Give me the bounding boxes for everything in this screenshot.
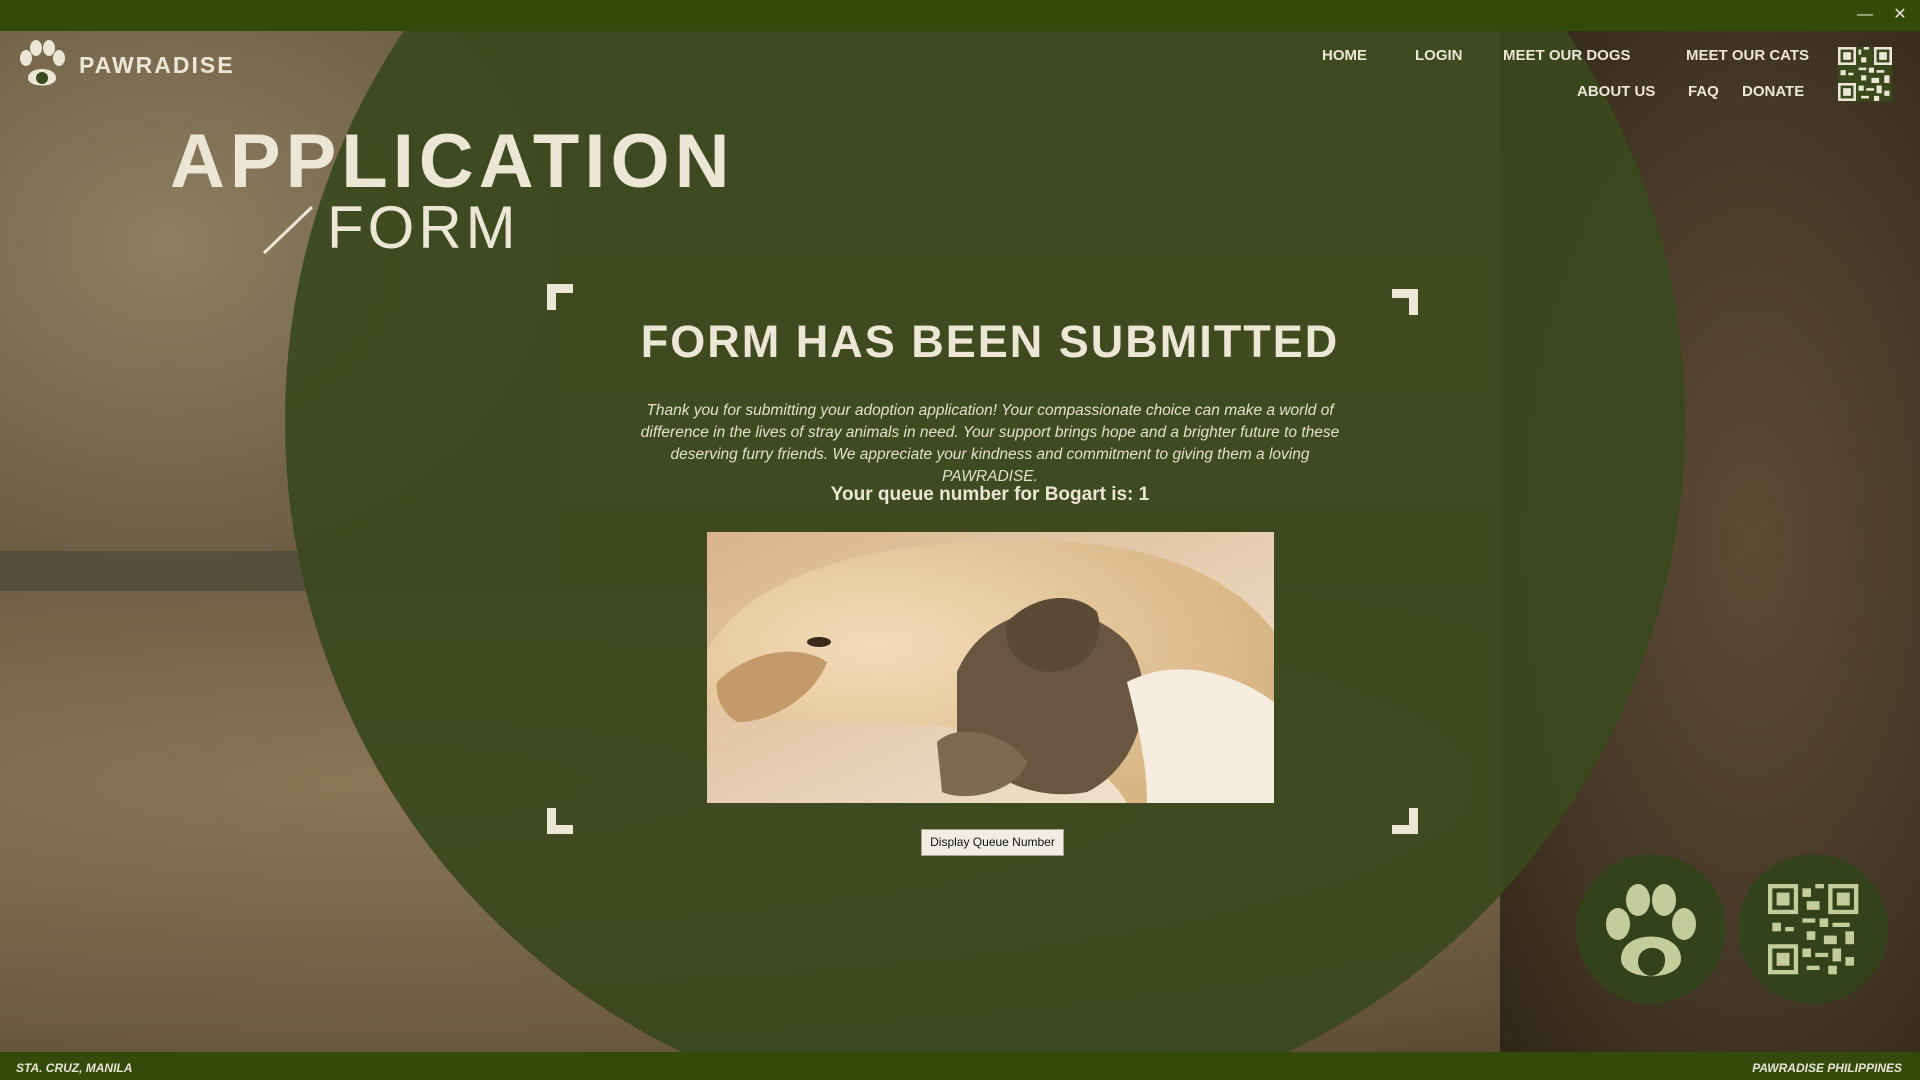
nav-faq[interactable]: FAQ xyxy=(1688,83,1719,100)
nav-about[interactable]: ABOUT US xyxy=(1577,83,1655,100)
nav-meet-cats[interactable]: MEET OUR CATS xyxy=(1686,47,1809,64)
close-button[interactable]: ✕ xyxy=(1887,2,1913,28)
frame-corner-bottom-left xyxy=(547,808,573,834)
thank-you-message: Thank you for submitting your adoption a… xyxy=(640,402,1340,485)
queue-number-text: Your queue number for Bogart is: 1 xyxy=(830,484,1150,505)
paw-cat-icon xyxy=(1606,884,1696,977)
submission-heading: FORM HAS BEEN SUBMITTED xyxy=(640,316,1340,367)
frame-corner-top-left xyxy=(547,284,573,310)
paw-icon xyxy=(20,40,65,86)
nav-meet-dogs[interactable]: MEET OUR DOGS xyxy=(1503,47,1631,64)
nav-home[interactable]: HOME xyxy=(1322,47,1367,64)
qr-badge[interactable] xyxy=(1738,854,1888,1004)
nav-donate[interactable]: DONATE xyxy=(1742,83,1804,100)
title-bar: — ✕ xyxy=(0,0,1920,31)
minimize-button[interactable]: — xyxy=(1852,2,1878,28)
frame-corner-top-right xyxy=(1392,289,1418,315)
brand-name: PAWRADISE xyxy=(79,51,235,78)
footer-location: STA. CRUZ, MANILA xyxy=(16,1061,133,1075)
display-queue-number-button[interactable]: Display Queue Number xyxy=(921,829,1064,856)
page-subtitle: FORM xyxy=(327,194,520,261)
nav-login[interactable]: LOGIN xyxy=(1415,47,1463,64)
footer-brand: PAWRADISE PHILIPPINES xyxy=(1752,1061,1902,1075)
paw-badge[interactable] xyxy=(1576,854,1726,1004)
frame-corner-bottom-right xyxy=(1392,808,1418,834)
footer-bar: STA. CRUZ, MANILA PAWRADISE PHILIPPINES xyxy=(0,1052,1920,1080)
dog-and-cat-photo xyxy=(707,532,1274,803)
page-title: APPLICATION xyxy=(170,119,735,204)
slash-decoration xyxy=(262,205,314,255)
qr-code-icon[interactable] xyxy=(1838,47,1892,101)
qr-code-icon xyxy=(1768,884,1859,975)
brand-logo[interactable]: PAWRADISE xyxy=(13,36,235,94)
